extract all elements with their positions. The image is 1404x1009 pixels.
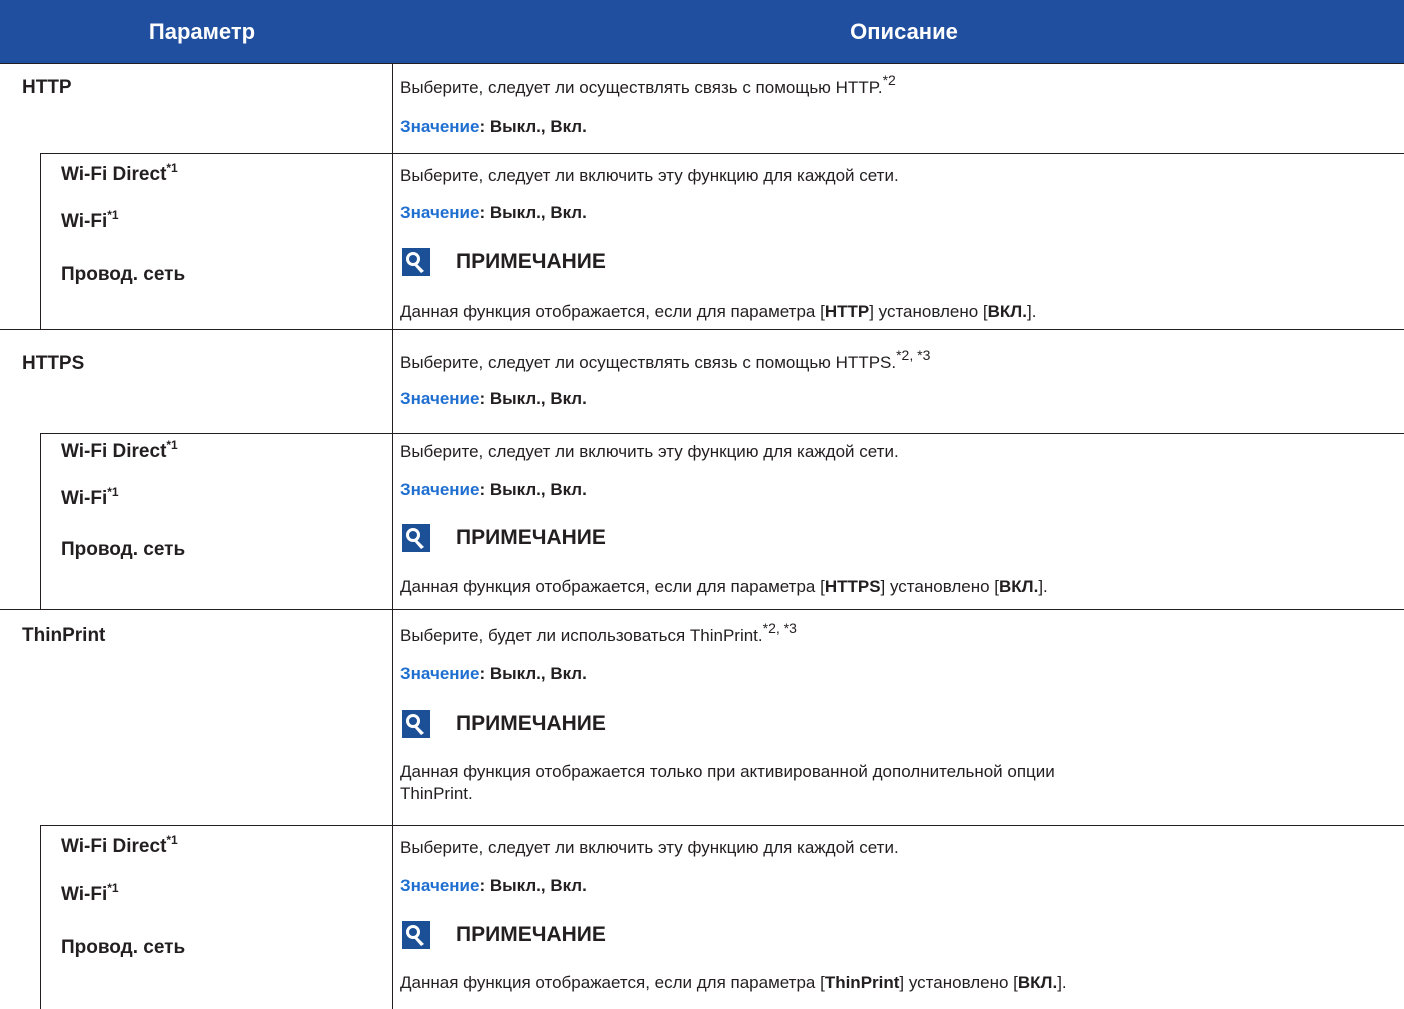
https-sub-description: Выберите, следует ли включить эту функци…	[400, 442, 899, 461]
thinprint-sub-note-text: Данная функция отображается, если для па…	[400, 973, 1067, 992]
value-text: : Выкл., Вкл.	[479, 664, 587, 683]
column-header-description: Описание	[404, 0, 1404, 63]
sub-wifi: Wi-Fi*1	[61, 881, 119, 905]
https-value: Значение: Выкл., Вкл.	[400, 389, 587, 409]
https-sub-value: Значение: Выкл., Вкл.	[400, 480, 587, 500]
param-http: HTTP	[22, 77, 72, 99]
value-key: Значение	[400, 389, 480, 408]
value-key: Значение	[400, 203, 480, 222]
value-key: Значение	[400, 480, 480, 499]
divider	[0, 63, 1404, 64]
note-title: ПРИМЕЧАНИЕ	[456, 250, 606, 273]
note-title: ПРИМЕЧАНИЕ	[456, 923, 606, 946]
param-name: ThinPrint	[22, 625, 106, 646]
note-title: ПРИМЕЧАНИЕ	[456, 712, 606, 735]
thinprint-sub-value: Значение: Выкл., Вкл.	[400, 876, 587, 896]
column-header-parameter: Параметр	[0, 0, 404, 63]
https-description: Выберите, следует ли осуществлять связь …	[400, 348, 1380, 374]
desc-text: Выберите, будет ли использоваться ThinPr…	[400, 626, 763, 645]
sub-wifi-direct: Wi-Fi Direct*1	[61, 161, 178, 185]
value-text: : Выкл., Вкл.	[479, 876, 587, 895]
note-icon	[402, 921, 430, 949]
value-text: : Выкл., Вкл.	[479, 117, 587, 136]
sub-wifi: Wi-Fi*1	[61, 208, 119, 232]
sub-wifi-direct: Wi-Fi Direct*1	[61, 833, 178, 857]
value-text: : Выкл., Вкл.	[479, 203, 587, 222]
note-icon	[402, 524, 430, 552]
divider	[392, 63, 393, 1009]
sub-wifi-direct: Wi-Fi Direct*1	[61, 438, 178, 462]
sub-wifi: Wi-Fi*1	[61, 485, 119, 509]
footnote-ref: *2	[882, 72, 896, 88]
footnote-ref: *1	[166, 833, 178, 847]
sub-wired: Провод. сеть	[61, 539, 186, 560]
value-key: Значение	[400, 664, 480, 683]
settings-table: Параметр Описание HTTP Выберите, следует…	[0, 0, 1404, 1009]
note-block: ПРИМЕЧАНИЕ	[402, 710, 606, 738]
thinprint-value: Значение: Выкл., Вкл.	[400, 664, 587, 684]
note-title: ПРИМЕЧАНИЕ	[456, 526, 606, 549]
divider	[40, 825, 1404, 826]
note-icon	[402, 248, 430, 276]
http-description: Выберите, следует ли осуществлять связь …	[400, 73, 1380, 99]
footnote-ref: *1	[107, 208, 119, 222]
note-icon	[402, 710, 430, 738]
divider	[0, 329, 1404, 330]
note-block: ПРИМЕЧАНИЕ	[402, 524, 606, 552]
footnote-ref: *1	[107, 485, 119, 499]
thinprint-description: Выберите, будет ли использоваться ThinPr…	[400, 621, 1380, 647]
sub-wired: Провод. сеть	[61, 264, 186, 285]
param-https: HTTPS	[22, 353, 84, 375]
http-sub-value: Значение: Выкл., Вкл.	[400, 203, 587, 223]
thinprint-note-text: Данная функция отображается только при а…	[400, 762, 1055, 803]
divider	[40, 433, 41, 609]
http-sub-description: Выберите, следует ли включить эту функци…	[400, 166, 899, 185]
param-name: HTTPS	[22, 353, 85, 374]
footnote-ref: *1	[107, 881, 119, 895]
divider	[40, 153, 1404, 154]
footnote-ref: *1	[166, 161, 178, 175]
footnote-ref: *1	[166, 438, 178, 452]
value-key: Значение	[400, 117, 480, 136]
http-note-text: Данная функция отображается, если для па…	[400, 302, 1037, 321]
note-block: ПРИМЕЧАНИЕ	[402, 248, 606, 276]
divider	[40, 825, 41, 1009]
divider	[40, 433, 1404, 434]
value-text: : Выкл., Вкл.	[479, 480, 587, 499]
value-key: Значение	[400, 876, 480, 895]
thinprint-sub-description: Выберите, следует ли включить эту функци…	[400, 838, 899, 857]
sub-wired: Провод. сеть	[61, 937, 186, 958]
note-block: ПРИМЕЧАНИЕ	[402, 921, 606, 949]
footnote-ref: *2, *3	[762, 620, 797, 636]
desc-text: Выберите, следует ли осуществлять связь …	[400, 353, 897, 372]
value-text: : Выкл., Вкл.	[479, 389, 587, 408]
http-value: Значение: Выкл., Вкл.	[400, 117, 587, 137]
divider	[40, 153, 41, 329]
desc-text: Выберите, следует ли осуществлять связь …	[400, 78, 883, 97]
https-note-text: Данная функция отображается, если для па…	[400, 577, 1048, 596]
footnote-ref: *2, *3	[896, 347, 931, 363]
param-name: HTTP	[22, 77, 72, 98]
param-thinprint: ThinPrint	[22, 625, 105, 647]
divider	[0, 609, 1404, 610]
